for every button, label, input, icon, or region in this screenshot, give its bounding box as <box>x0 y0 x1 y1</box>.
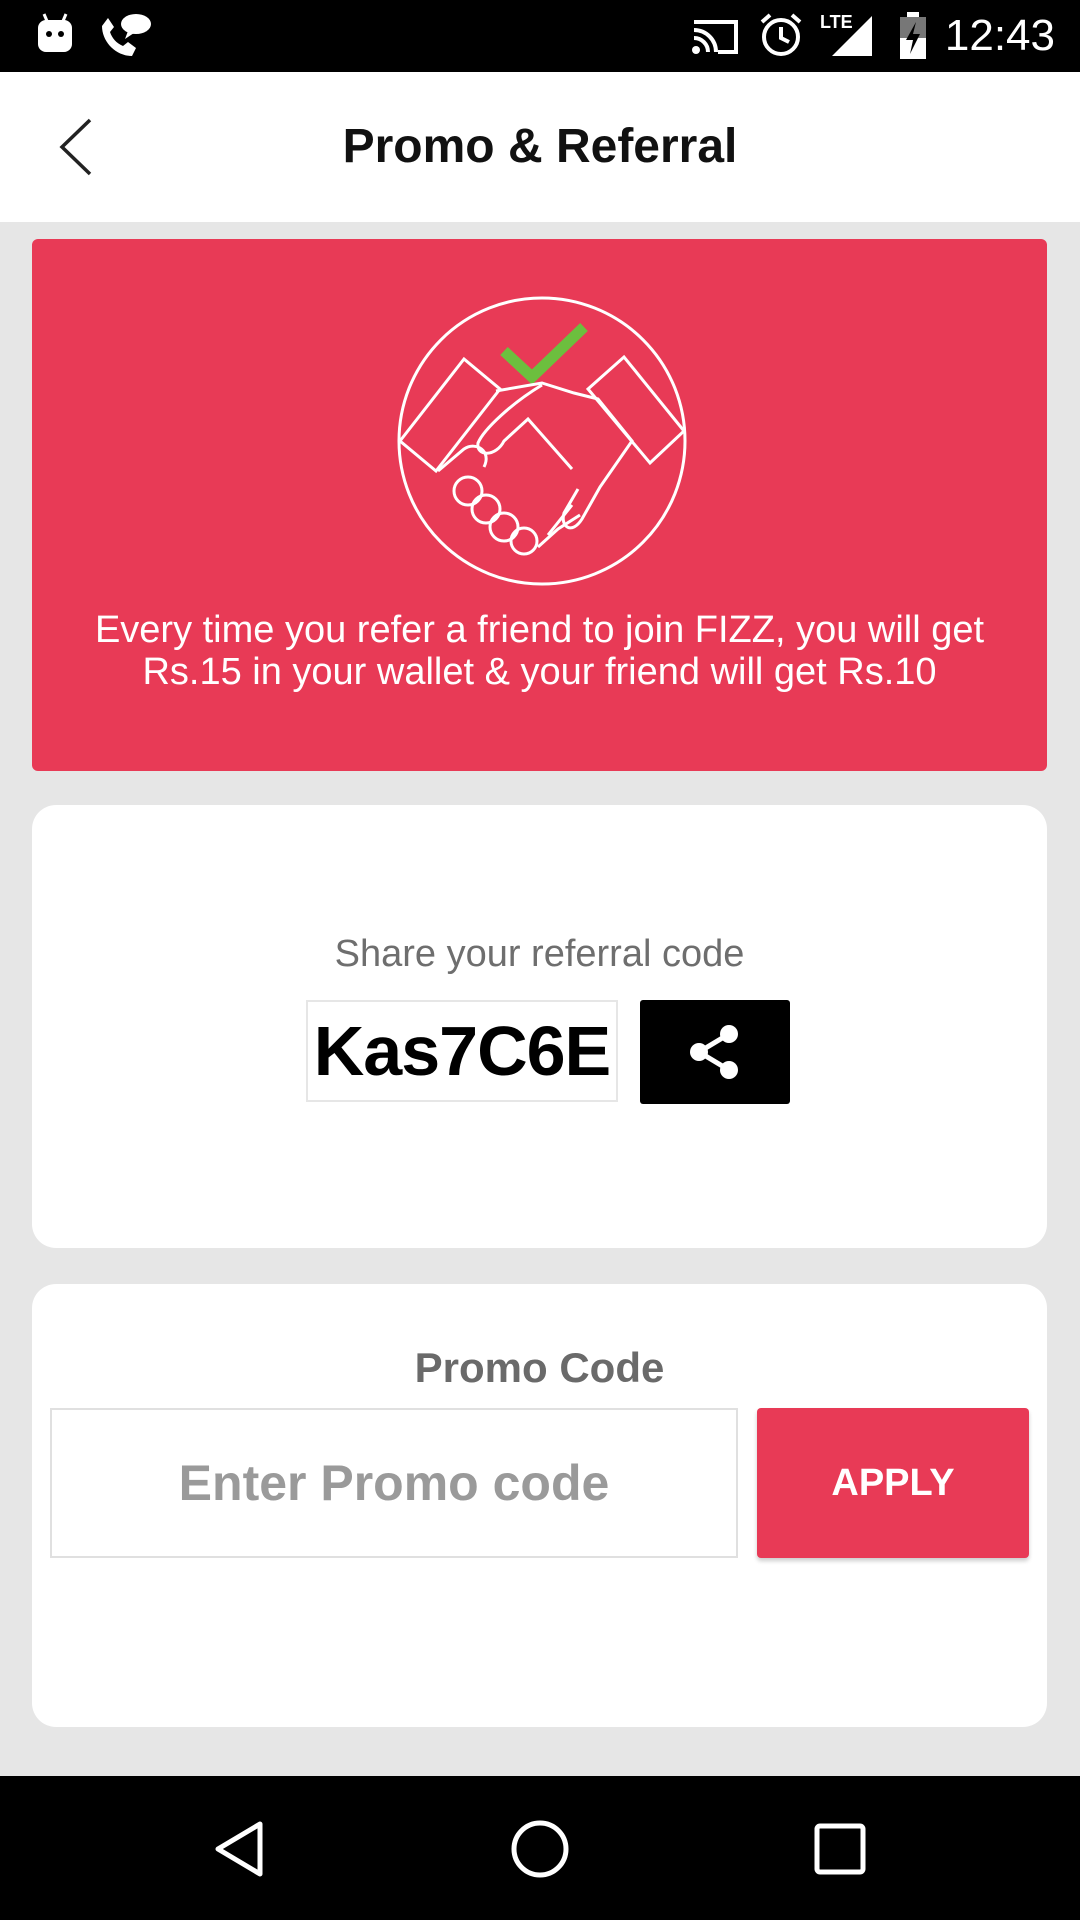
battery-charging-icon <box>900 12 926 59</box>
recents-square-icon <box>814 1823 866 1875</box>
phone-chat-icon <box>102 14 151 56</box>
alarm-icon <box>760 13 802 56</box>
referral-description: Every time you refer a friend to join FI… <box>94 609 985 693</box>
app-bar: Promo & Referral <box>0 72 1080 222</box>
share-button[interactable] <box>640 1000 790 1104</box>
share-icon <box>690 1025 738 1079</box>
status-time: 12:43 <box>944 11 1055 60</box>
share-caption: Share your referral code <box>334 933 745 975</box>
promo-code-input[interactable] <box>50 1408 738 1558</box>
page-title: Promo & Referral <box>342 120 738 173</box>
cast-icon <box>692 20 738 54</box>
status-bar: LTE 12:43 <box>0 0 1080 72</box>
nav-home-button[interactable] <box>490 1798 590 1898</box>
nav-recents-button[interactable] <box>790 1798 890 1898</box>
promo-title: Promo Code <box>414 1344 665 1391</box>
handshake-check-icon <box>397 296 687 586</box>
apply-button[interactable]: APPLY <box>757 1408 1029 1558</box>
nav-back-button[interactable] <box>190 1798 290 1898</box>
chevron-left-icon <box>59 118 92 176</box>
home-circle-icon <box>511 1820 569 1878</box>
lte-signal-icon <box>832 16 872 56</box>
referral-card: Share your referral code Kas7C6E <box>32 805 1047 1248</box>
android-head-icon <box>38 13 72 52</box>
navigation-bar <box>0 1776 1080 1920</box>
referral-code[interactable]: Kas7C6E <box>306 1000 618 1102</box>
back-triangle-icon <box>215 1821 263 1877</box>
promo-card: Promo Code APPLY <box>32 1284 1047 1727</box>
back-button[interactable] <box>56 112 126 182</box>
referral-banner: Every time you refer a friend to join FI… <box>32 239 1047 771</box>
